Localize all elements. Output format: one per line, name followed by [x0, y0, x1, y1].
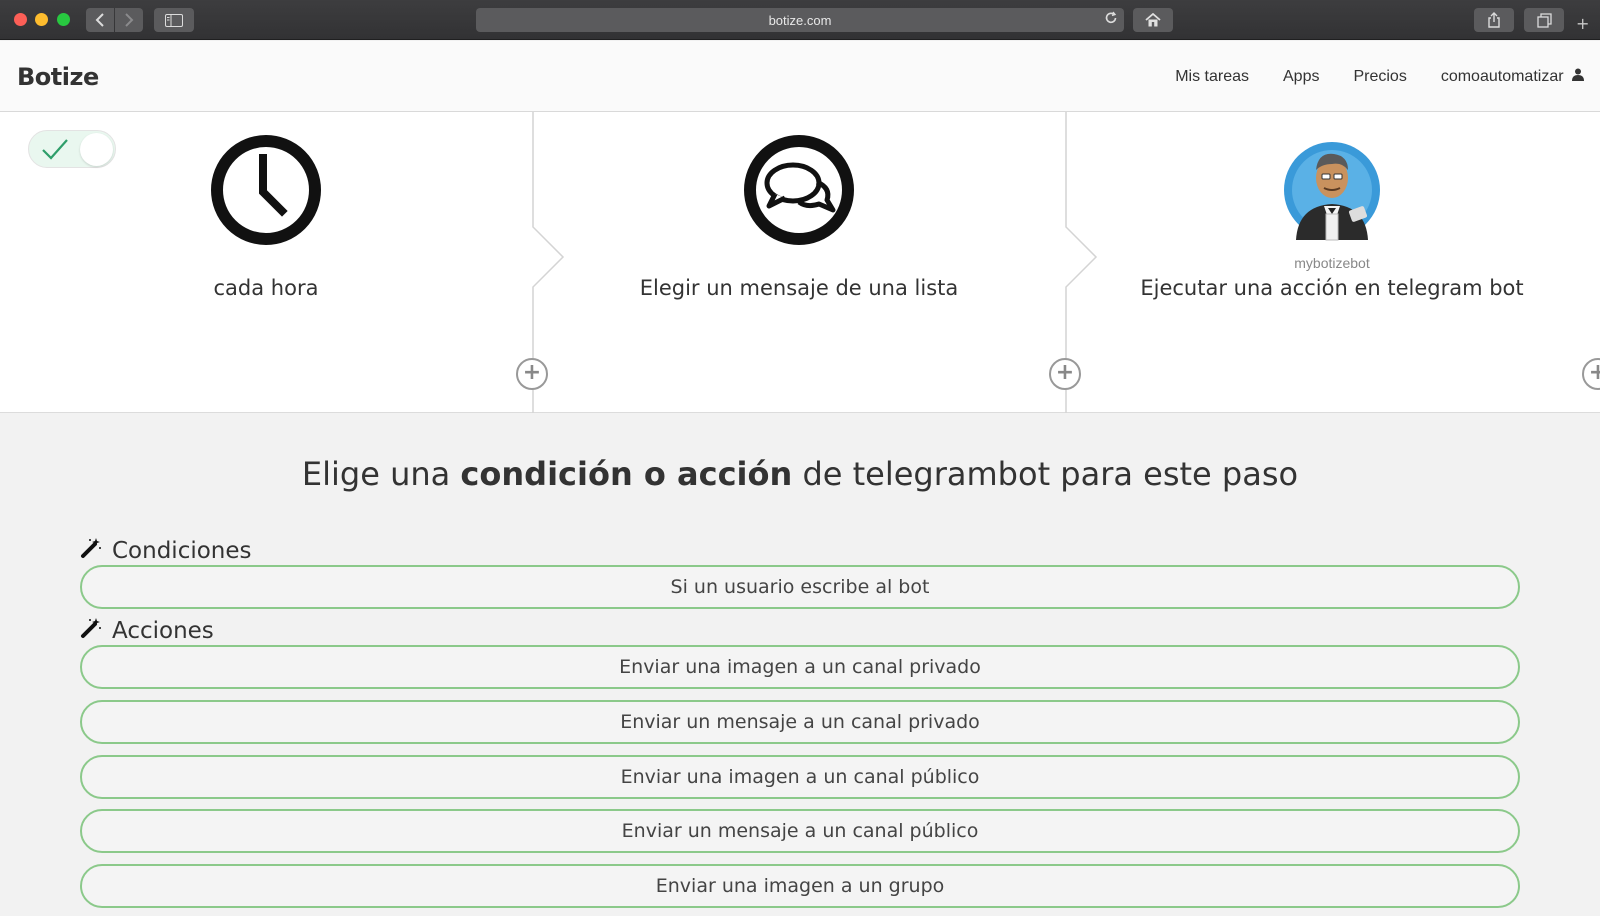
home-icon [1145, 13, 1161, 27]
nav-mis-tareas[interactable]: Mis tareas [1175, 68, 1249, 86]
reload-icon[interactable] [1104, 11, 1118, 28]
close-window-button[interactable] [14, 13, 27, 26]
address-url: botize.com [768, 12, 832, 28]
magic-wand-icon [80, 537, 102, 565]
zoom-window-button[interactable] [57, 13, 70, 26]
conditions-heading-label: Condiciones [112, 538, 252, 564]
step-label: Ejecutar una acción en telegram bot [1140, 276, 1524, 300]
back-button[interactable] [86, 8, 114, 32]
actions-heading-label: Acciones [112, 618, 214, 644]
user-icon [1572, 68, 1584, 84]
step-trigger[interactable]: cada hora [0, 112, 532, 413]
action-option[interactable]: Enviar una imagen a un grupo [80, 864, 1520, 908]
action-option[interactable]: Enviar un mensaje a un canal privado [80, 700, 1520, 744]
step-label: cada hora [213, 276, 319, 300]
action-option[interactable]: Enviar una imagen a un canal público [80, 755, 1520, 799]
sidebar-icon [165, 13, 183, 27]
forward-icon [125, 13, 134, 27]
chat-icon [743, 134, 855, 246]
actions-heading: Acciones [80, 617, 214, 645]
address-bar[interactable]: botize.com [476, 8, 1124, 32]
workflow-steps: cada hora + Elegir un mensaje de una lis… [0, 112, 1600, 413]
conditions-heading: Condiciones [80, 537, 252, 565]
action-option[interactable]: Enviar un mensaje a un canal público [80, 809, 1520, 853]
chooser-title: Elige una condición o acción de telegram… [0, 455, 1600, 493]
tabs-icon [1536, 12, 1552, 28]
new-tab-icon[interactable]: + [1576, 14, 1589, 33]
step-message-list[interactable]: Elegir un mensaje de una lista [533, 112, 1065, 413]
forward-button[interactable] [115, 8, 143, 32]
share-icon [1488, 12, 1500, 28]
clock-icon [210, 134, 322, 246]
user-menu[interactable]: comoautomatizar [1441, 68, 1584, 86]
chooser-title-bold: condición o acción [460, 455, 793, 493]
sidebar-button[interactable] [154, 8, 194, 32]
chooser-title-pre: Elige una [301, 455, 461, 493]
main-nav: Mis tareas Apps Precios comoautomatizar [1141, 68, 1584, 86]
bot-avatar-icon [1276, 134, 1388, 246]
nav-apps[interactable]: Apps [1283, 68, 1319, 86]
user-name: comoautomatizar [1440, 68, 1564, 85]
logo[interactable]: Botize [17, 63, 99, 91]
browser-titlebar: botize.com + [0, 0, 1600, 40]
magic-wand-icon [80, 617, 102, 645]
app-header: Botize Mis tareas Apps Precios comoautom… [0, 41, 1600, 112]
step-sublabel: mybotizebot [1294, 255, 1370, 271]
show-tabs-button[interactable] [1524, 8, 1564, 32]
back-icon [95, 13, 104, 27]
home-button[interactable] [1133, 8, 1173, 32]
action-option[interactable]: Enviar una imagen a un canal privado [80, 645, 1520, 689]
nav-precios[interactable]: Precios [1353, 68, 1406, 86]
share-button[interactable] [1474, 8, 1514, 32]
condition-option[interactable]: Si un usuario escribe al bot [80, 565, 1520, 609]
step-label: Elegir un mensaje de una lista [639, 276, 959, 300]
chooser-title-post: de telegrambot para este paso [792, 455, 1299, 493]
step-telegram-action[interactable]: mybotizebot Ejecutar una acción en teleg… [1066, 112, 1598, 413]
minimize-window-button[interactable] [35, 13, 48, 26]
